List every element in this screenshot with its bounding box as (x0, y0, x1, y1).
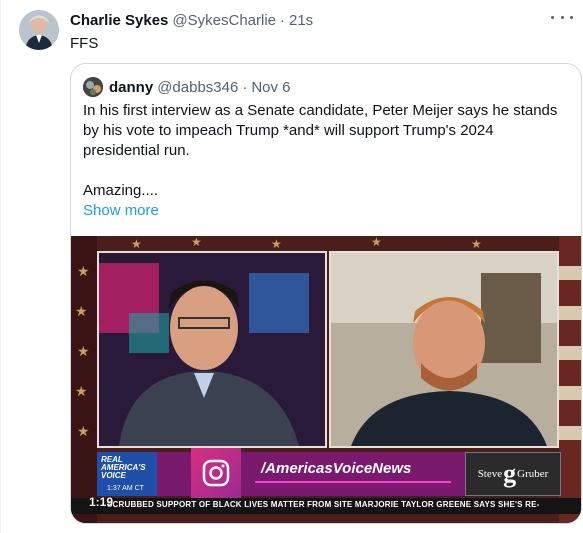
logo-right-text: Gruber (517, 468, 549, 480)
avatar-image (19, 10, 59, 50)
video-player[interactable]: ★ ★ ★ ★ ★ ★ ★ ★ ★ ★ REAL AMERICA'S VOICE… (71, 236, 581, 523)
svg-text:★: ★ (75, 383, 88, 399)
video-timestamp: 1:19 (89, 495, 114, 509)
svg-text:★: ★ (191, 236, 202, 249)
tweet-header: Charlie Sykes @SykesCharlie · 21s (70, 10, 313, 30)
banner-underline (255, 481, 451, 483)
logo-g-text: g (503, 459, 517, 488)
avatar[interactable] (19, 10, 59, 50)
timeline-divider (0, 0, 1, 533)
quoted-paragraph: In his first interview as a Senate candi… (83, 102, 558, 159)
quoted-date: Nov 6 (251, 78, 291, 96)
network-time: 1:37 AM CT (107, 485, 144, 492)
author-name[interactable]: Charlie Sykes (70, 12, 168, 29)
svg-text:★: ★ (371, 236, 382, 249)
svg-text:★: ★ (77, 263, 90, 279)
instagram-icon (191, 448, 241, 498)
quoted-paragraph: Amazing.... (83, 182, 159, 199)
ticker-text: SCRUBBED SUPPORT OF BLACK LIVES MATTER F… (107, 500, 540, 509)
quoted-separator-dot: · (242, 78, 248, 96)
quoted-tweet[interactable]: danny @dabbs346 · Nov 6 In his first int… (70, 63, 582, 524)
show-logo: Steve g Gruber (465, 452, 561, 496)
separator-dot: · (280, 11, 285, 29)
svg-text:★: ★ (77, 423, 90, 439)
host-video-panel (97, 251, 327, 448)
svg-text:★: ★ (77, 343, 90, 359)
author-handle[interactable]: @SykesCharlie (172, 12, 276, 29)
quoted-author-handle: @dabbs346 (157, 78, 239, 96)
svg-text:★: ★ (131, 237, 142, 251)
banner-handle: /AmericasVoiceNews (261, 460, 412, 477)
quoted-tweet-header: danny @dabbs346 · Nov 6 (83, 77, 291, 97)
tweet-text: FFS (70, 35, 99, 52)
quoted-tweet-text: In his first interview as a Senate candi… (83, 101, 571, 201)
tweet-time[interactable]: 21s (289, 12, 313, 29)
svg-text:★: ★ (75, 303, 88, 319)
more-options-icon[interactable] (551, 9, 573, 25)
logo-left-text: Steve (477, 468, 503, 480)
svg-text:★: ★ (471, 237, 482, 251)
network-label: REAL AMERICA'S VOICE (101, 455, 146, 480)
show-more-link[interactable]: Show more (83, 202, 159, 219)
quoted-avatar (83, 77, 103, 97)
guest-video-panel (329, 251, 559, 448)
svg-text:★: ★ (271, 237, 282, 251)
quoted-author-name: danny (109, 78, 154, 96)
